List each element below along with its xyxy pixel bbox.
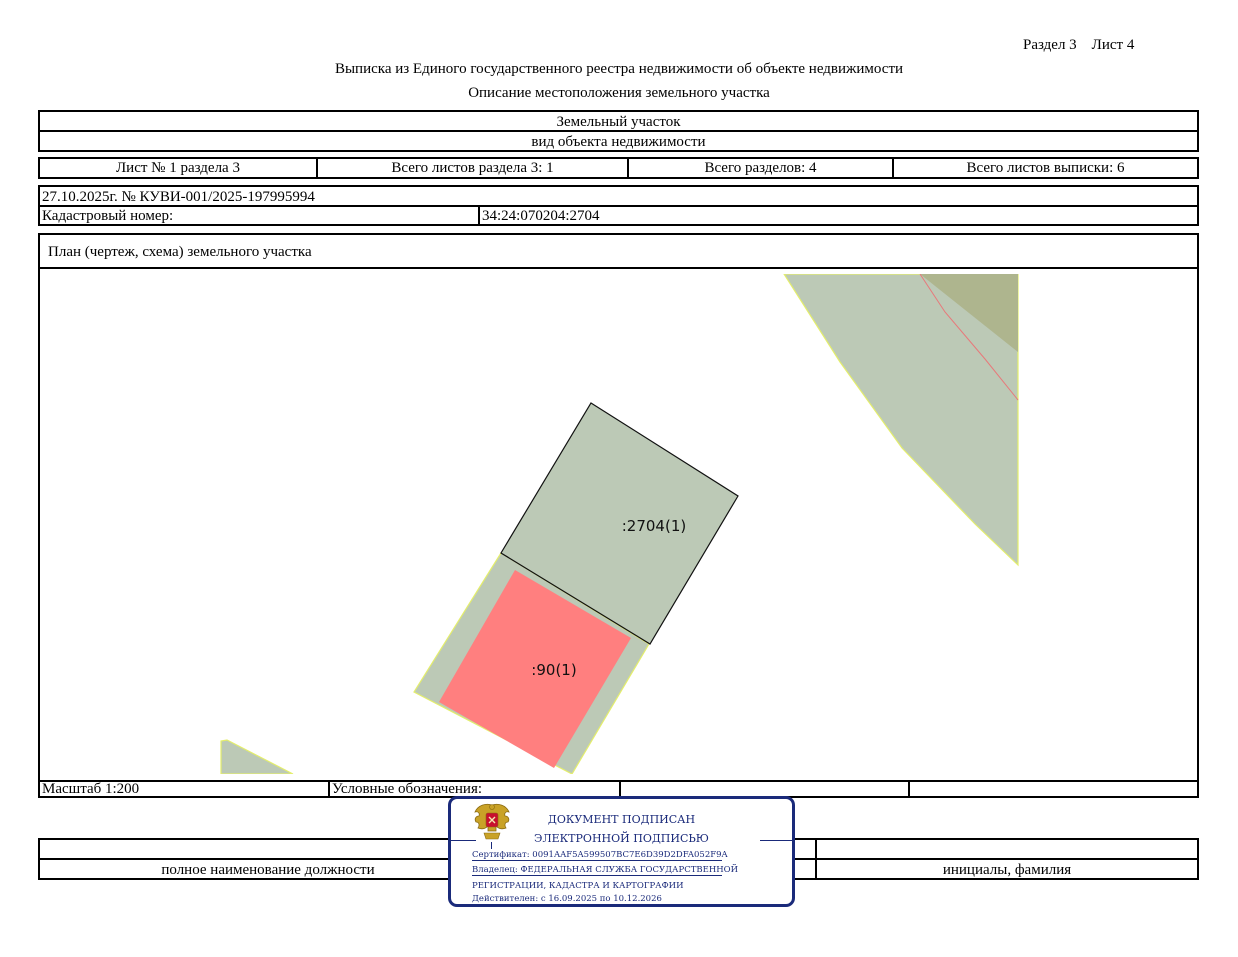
- legend-cell-empty: [621, 782, 910, 796]
- electronic-signature-stamp: ДОКУМЕНТ ПОДПИСАН ЭЛЕКТРОННОЙ ПОДПИСЬЮ С…: [448, 796, 795, 907]
- date-number: 27.10.2025г. № КУВИ-001/2025-197995994: [42, 189, 315, 205]
- legend-label-cell: Условные обозначения:: [330, 780, 621, 797]
- position-caption: полное наименование должности: [161, 862, 375, 878]
- divider: [40, 205, 1197, 207]
- cadastral-number: 34:24:070204:2704: [482, 208, 600, 224]
- total-sheets-extract: Всего листов выписки: 6: [966, 159, 1125, 176]
- document-subtitle: Описание местоположения земельного участ…: [468, 85, 770, 101]
- object-type-box: Земельный участок вид объекта недвижимос…: [38, 110, 1199, 152]
- stamp-certificate: Сертификат: 0091AAF5A599507BC7E6D39D2DFA…: [472, 850, 728, 860]
- total-sheets-section: Всего листов раздела 3: 1: [391, 159, 554, 176]
- scale: Масштаб 1:200: [42, 780, 140, 797]
- object-type-value: Земельный участок: [556, 114, 681, 130]
- stamp-line-signed: ДОКУМЕНТ ПОДПИСАН: [547, 813, 696, 826]
- stamp-rule: [472, 860, 722, 861]
- name-caption: инициалы, фамилия: [942, 862, 1072, 878]
- section-sheet-number: Раздел 3 Лист 4: [1023, 37, 1135, 53]
- total-sheets-extract-cell: Всего листов выписки: 6: [894, 159, 1197, 177]
- stamp-rule: [451, 840, 476, 841]
- document-info-box: 27.10.2025г. № КУВИ-001/2025-197995994 К…: [38, 185, 1199, 226]
- stamp-owner-line2: РЕГИСТРАЦИИ, КАДАСТРА И КАРТОГРАФИИ: [472, 881, 684, 891]
- stamp-owner-line1: Владелец: ФЕДЕРАЛЬНАЯ СЛУЖБА ГОСУДАРСТВЕ…: [472, 865, 739, 875]
- object-type-caption: вид объекта недвижимости: [531, 134, 706, 150]
- parcel-90-label: :90(1): [531, 661, 576, 679]
- sheets-row: Лист № 1 раздела 3 Всего листов раздела …: [38, 157, 1199, 179]
- total-sections: Всего разделов: 4: [704, 159, 817, 176]
- document-title: Выписка из Единого государственного реес…: [334, 61, 904, 77]
- stamp-rule: [760, 840, 792, 841]
- stamp-validity: Действителен: с 16.09.2025 по 10.12.2026: [472, 894, 662, 904]
- sheet-number: Лист № 1 раздела 3: [116, 159, 240, 176]
- stamp-line-e-signature: ЭЛЕКТРОННОЙ ПОДПИСЬЮ: [534, 832, 709, 845]
- divider: [40, 267, 1197, 269]
- divider: [478, 205, 480, 224]
- scale-cell: Масштаб 1:200: [40, 780, 330, 797]
- cadastral-label: Кадастровый номер:: [42, 208, 174, 224]
- total-sheets-section-cell: Всего листов раздела 3: 1: [318, 159, 629, 177]
- legend-label: Условные обозначения:: [332, 780, 483, 797]
- parcel-2704-label: :2704(1): [622, 517, 686, 535]
- stamp-rule: [472, 875, 722, 876]
- total-sections-cell: Всего разделов: 4: [629, 159, 894, 177]
- stamp-rule: [491, 842, 492, 849]
- legend-cell-empty: [910, 782, 1197, 796]
- plan-title: План (чертеж, схема) земельного участка: [48, 244, 312, 260]
- neighbor-parcel-bottom-left: [220, 739, 294, 774]
- parcel-plan-map: :2704(1) :90(1): [220, 274, 1019, 774]
- divider: [40, 130, 1197, 132]
- sheet-number-cell: Лист № 1 раздела 3: [40, 159, 318, 177]
